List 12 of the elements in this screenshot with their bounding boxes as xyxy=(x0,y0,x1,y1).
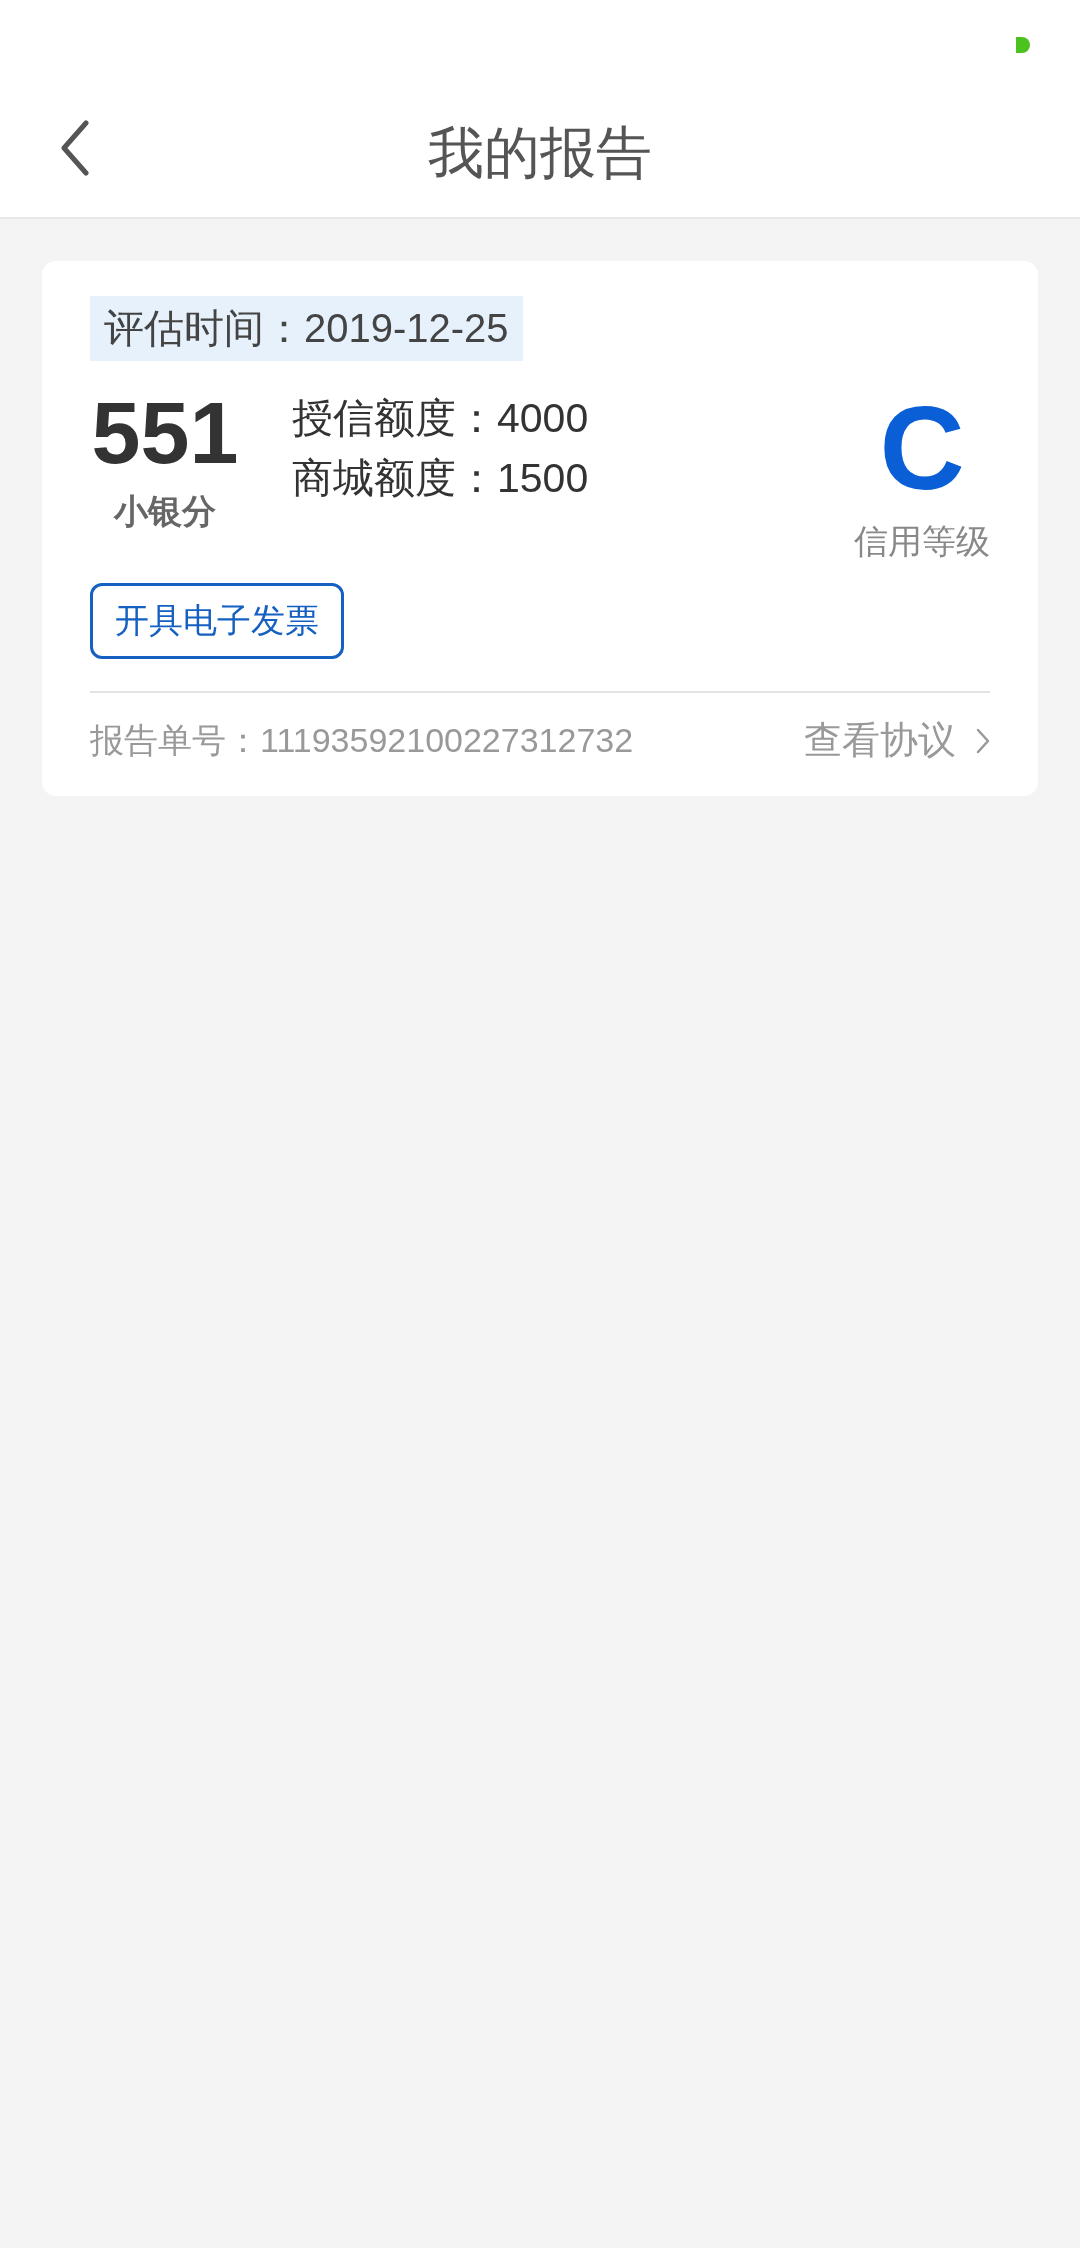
back-icon[interactable] xyxy=(60,120,90,176)
invoice-button[interactable]: 开具电子发票 xyxy=(90,583,344,659)
evaluation-date: 评估时间：2019-12-25 xyxy=(90,296,523,361)
score-label: 小银分 xyxy=(114,491,216,532)
credit-limit: 商城额度：1500 xyxy=(292,455,589,501)
credit-limit: 授信额度：4000 xyxy=(292,395,589,441)
page-title: 我的报告 xyxy=(428,119,652,186)
score-value: 551 xyxy=(91,389,239,477)
credit-grade: C xyxy=(879,389,965,507)
grade-label: 信用等级 xyxy=(854,521,990,562)
chevron-right-icon[interactable] xyxy=(976,727,990,754)
report-number: 报告单号：11193592100227312732 xyxy=(90,719,634,761)
